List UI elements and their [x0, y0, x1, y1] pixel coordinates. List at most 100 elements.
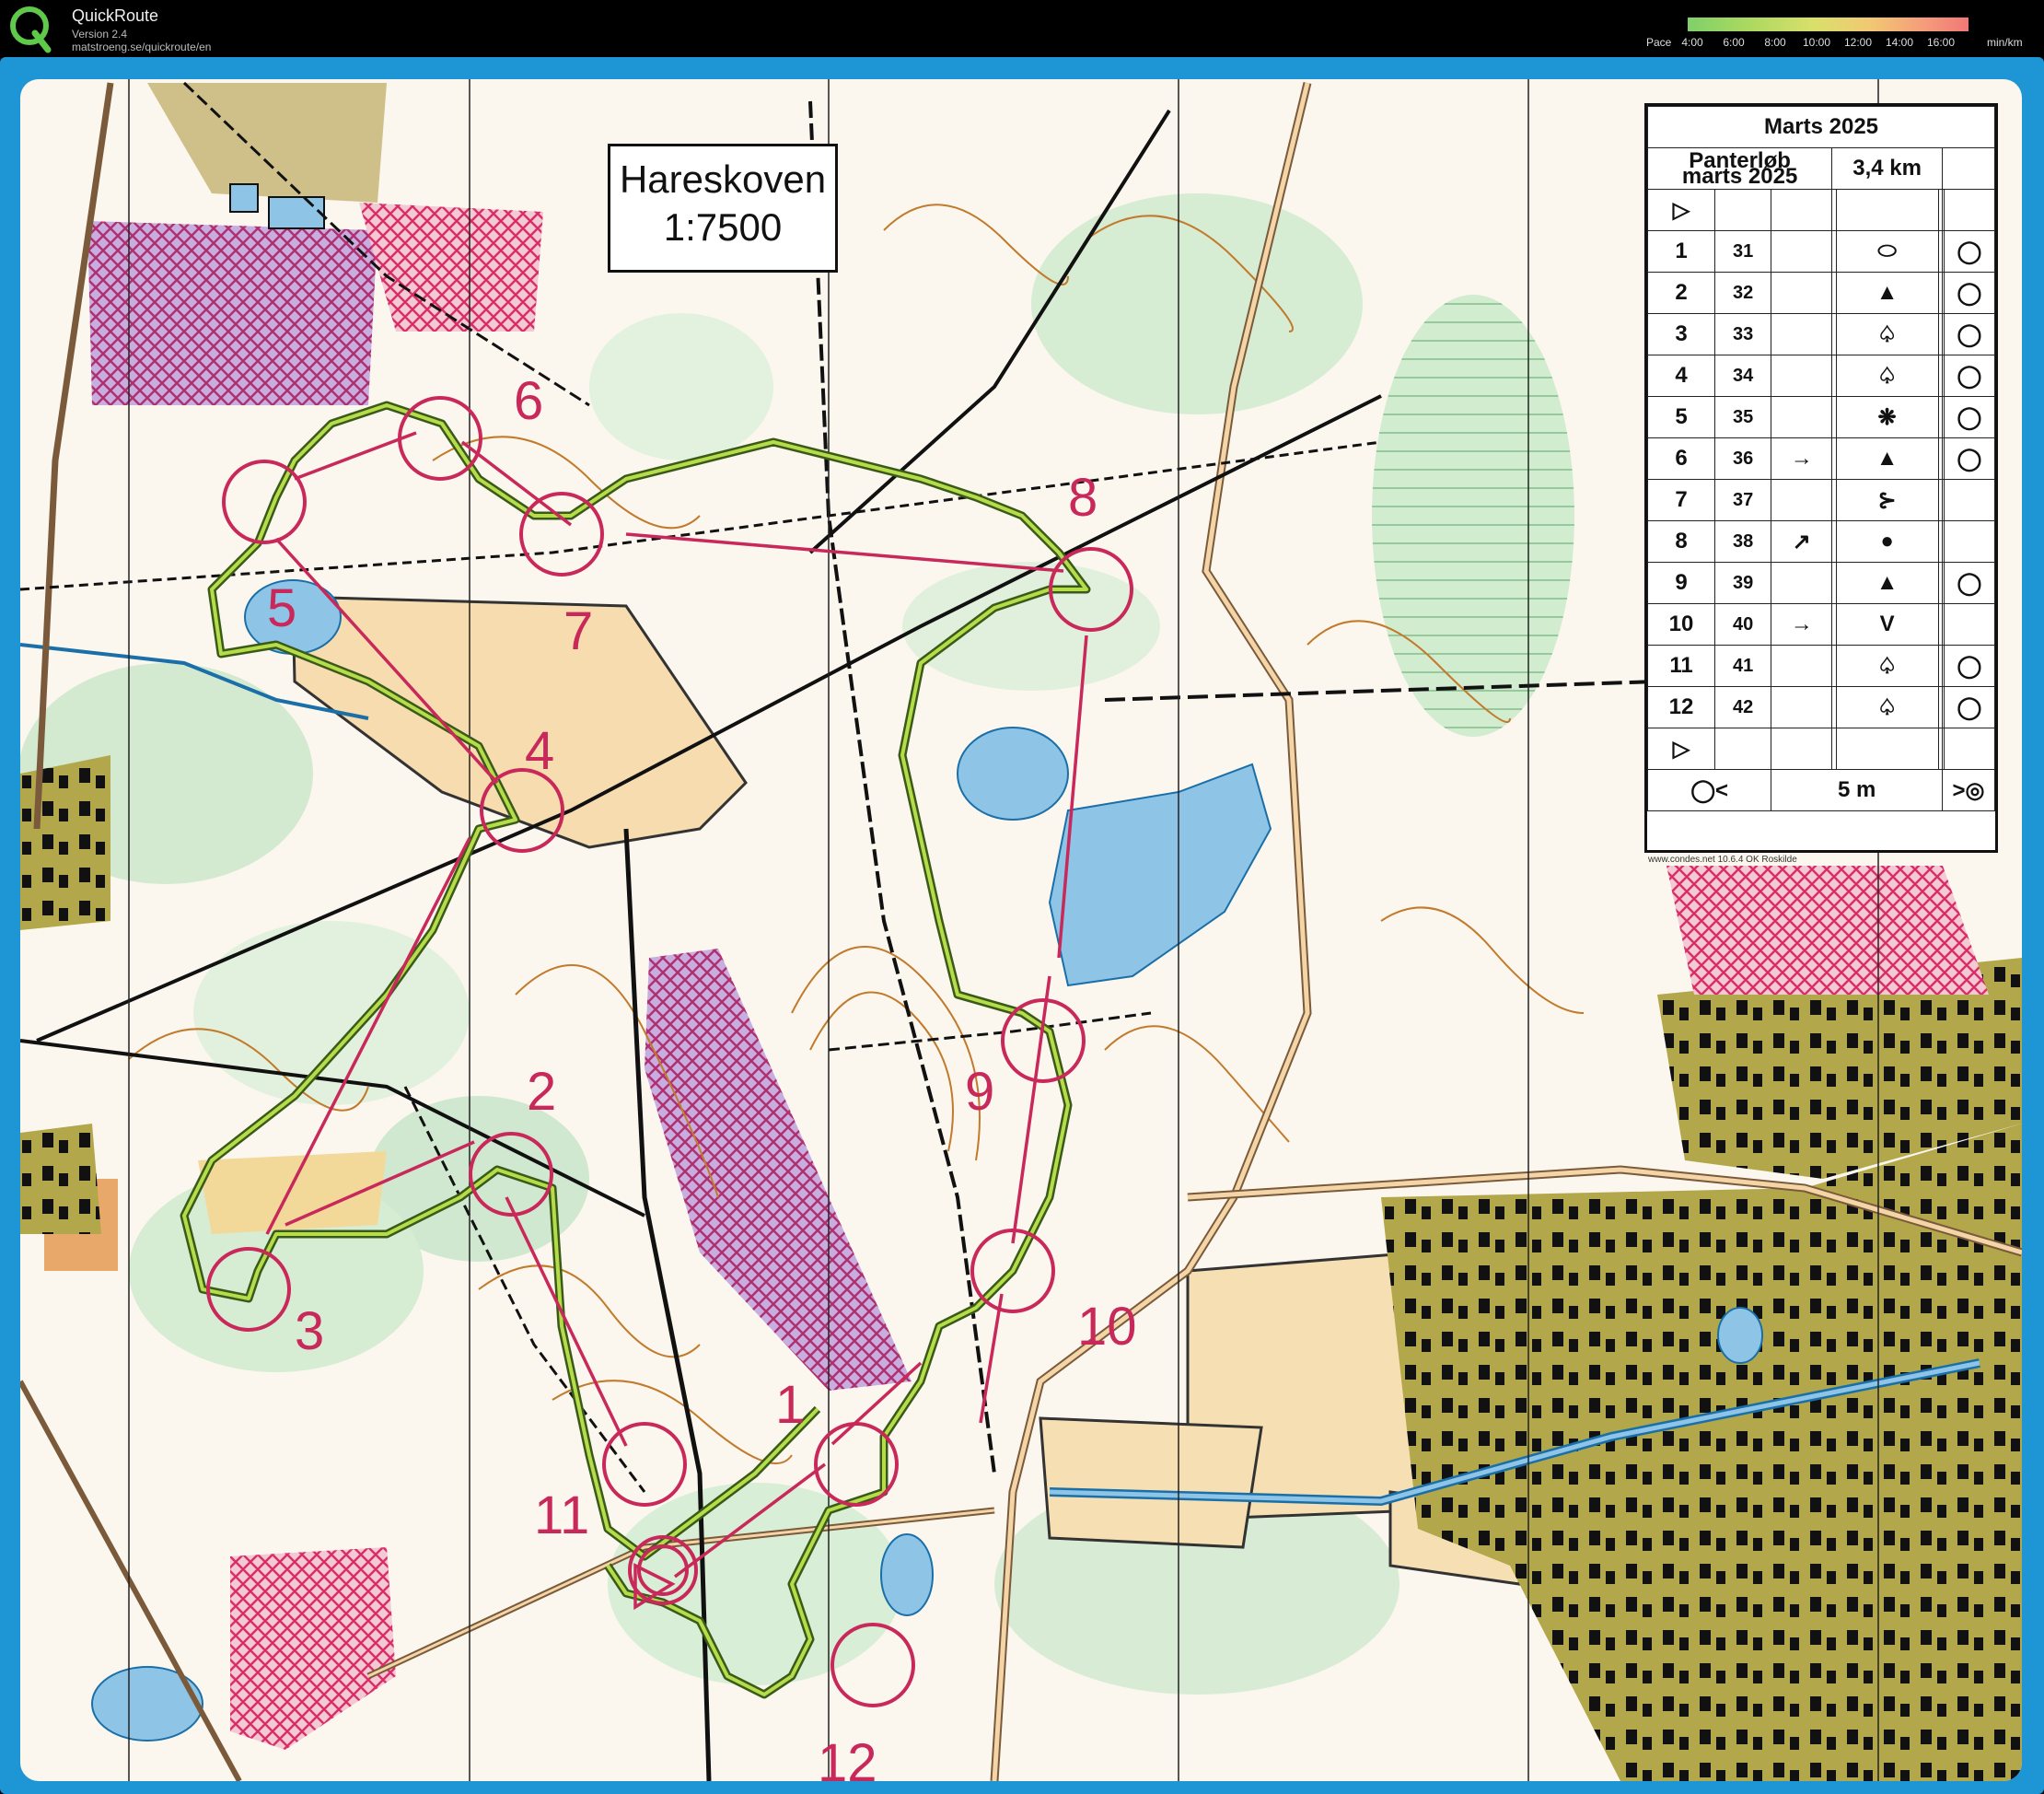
- control-row: 11 41 ♤ ◯: [1647, 645, 1996, 687]
- control-row: 12 42 ♤ ◯: [1647, 686, 1996, 728]
- control-location-icon: ◯: [1943, 272, 1996, 314]
- control-location-icon: ◯: [1943, 562, 1996, 604]
- control-feature-icon: ♤: [1835, 313, 1939, 355]
- pace-tick: 6:00: [1723, 36, 1745, 49]
- control-feature-icon: ♤: [1835, 645, 1939, 687]
- control-label-9: 9: [965, 1062, 994, 1122]
- pace-tick: 14:00: [1885, 36, 1914, 49]
- control-feature-icon: ♤: [1835, 355, 1939, 397]
- control-direction: →: [1771, 437, 1833, 480]
- control-number: 7: [1647, 479, 1715, 521]
- control-row: 3 33 ♤ ◯: [1647, 313, 1996, 355]
- map-scale: 1:7500: [663, 205, 783, 249]
- control-code: 37: [1713, 479, 1772, 521]
- control-direction: [1771, 562, 1833, 604]
- control-number: 8: [1647, 520, 1715, 563]
- pace-tick: 8:00: [1764, 36, 1786, 49]
- quickroute-logo-icon: [10, 6, 52, 53]
- pace-tick: 4:00: [1681, 36, 1703, 49]
- app-title: QuickRoute: [72, 6, 159, 25]
- course-length: 3,4 km: [1831, 147, 1944, 190]
- control-code: 39: [1713, 562, 1772, 604]
- control-label-6: 6: [514, 371, 543, 431]
- control-code: 42: [1713, 686, 1772, 728]
- description-title: Marts 2025: [1647, 106, 1995, 148]
- control-feature-icon: V: [1835, 603, 1939, 646]
- control-location-icon: ◯: [1943, 313, 1996, 355]
- control-number: 11: [1647, 645, 1715, 687]
- control-feature-icon: ⬭: [1835, 230, 1939, 273]
- control-row: 6 36 → ▲ ◯: [1647, 437, 1996, 480]
- pace-color-scale: [1688, 17, 1969, 31]
- control-direction: [1771, 396, 1833, 438]
- control-rows: 1 31 ⬭ ◯ 2 32 ▲ ◯ 3 33 ♤ ◯ 4 34 ♤ ◯ 5 35 ❋ ◯ 6 36 → ▲ ◯ 7 37 ⊱ 8 38 ↗ ●…: [1647, 230, 1996, 728]
- control-direction: [1771, 313, 1833, 355]
- control-label-12: 12: [818, 1733, 877, 1781]
- control-row: 4 34 ♤ ◯: [1647, 355, 1996, 397]
- finish-distance: 5 m: [1771, 769, 1944, 811]
- control-label-5: 5: [267, 578, 296, 638]
- control-number: 3: [1647, 313, 1715, 355]
- app-header: QuickRoute Version 2.4 matstroeng.se/qui…: [0, 0, 2044, 57]
- finish-circle-icon: >◎: [1942, 769, 1995, 811]
- control-feature-icon: ▲: [1835, 437, 1939, 480]
- app-version: Version 2.4: [72, 28, 128, 41]
- event-line-2: marts 2025: [1681, 164, 1798, 189]
- map-name: Hareskoven: [619, 157, 827, 201]
- control-label-3: 3: [295, 1301, 324, 1361]
- finish-from-control-icon: ◯<: [1646, 769, 1772, 811]
- control-code: 32: [1713, 272, 1772, 314]
- control-direction: ↗: [1771, 520, 1833, 563]
- pace-tick: 12:00: [1843, 36, 1873, 49]
- control-location-icon: ◯: [1943, 645, 1996, 687]
- control-row: 10 40 → V: [1647, 603, 1996, 646]
- control-row: 5 35 ❋ ◯: [1647, 396, 1996, 438]
- control-number: 2: [1647, 272, 1715, 314]
- control-location-icon: ◯: [1943, 437, 1996, 480]
- control-label-8: 8: [1068, 468, 1097, 528]
- orienteering-map[interactable]: 1 2 3 4 5 6 7 8 9 10 11 12 Hareskoven 1:…: [20, 79, 2022, 1781]
- control-feature-icon: ▲: [1835, 562, 1939, 604]
- control-feature-icon: ▲: [1835, 272, 1939, 314]
- control-number: 6: [1647, 437, 1715, 480]
- control-code: 33: [1713, 313, 1772, 355]
- control-code: 36: [1713, 437, 1772, 480]
- map-title-box: Hareskoven 1:7500: [608, 144, 838, 273]
- control-location-icon: [1943, 520, 1996, 563]
- control-location-icon: ◯: [1943, 396, 1996, 438]
- control-number: 9: [1647, 562, 1715, 604]
- event-name: Panterløb marts 2025: [1646, 147, 1833, 190]
- empty-cell: [1942, 147, 1995, 190]
- pace-tick: 16:00: [1926, 36, 1956, 49]
- description-table: Marts 2025 Panterløb marts 2025 3,4 km ▷…: [1646, 106, 1996, 811]
- control-location-icon: ◯: [1943, 230, 1996, 273]
- finish-icon: ▷: [1647, 728, 1715, 770]
- control-location-icon: ◯: [1943, 355, 1996, 397]
- pace-label: Pace: [1646, 36, 1672, 49]
- control-row: 8 38 ↗ ●: [1647, 520, 1996, 563]
- pace-unit: min/km: [1987, 36, 2023, 49]
- control-code: 34: [1713, 355, 1772, 397]
- control-number: 1: [1647, 230, 1715, 273]
- control-row: 2 32 ▲ ◯: [1647, 272, 1996, 314]
- description-credit: www.condes.net 10.6.4 OK Roskilde: [1648, 855, 1797, 865]
- control-row: 7 37 ⊱: [1647, 479, 1996, 521]
- control-row: 9 39 ▲ ◯: [1647, 562, 1996, 604]
- control-code: 40: [1713, 603, 1772, 646]
- control-direction: [1771, 355, 1833, 397]
- app-url[interactable]: matstroeng.se/quickroute/en: [72, 41, 211, 53]
- control-number: 10: [1647, 603, 1715, 646]
- control-direction: [1771, 645, 1833, 687]
- control-label-7: 7: [563, 601, 593, 661]
- control-location-icon: [1943, 479, 1996, 521]
- control-direction: [1771, 272, 1833, 314]
- control-feature-icon: ❋: [1835, 396, 1939, 438]
- control-direction: [1771, 686, 1833, 728]
- control-code: 41: [1713, 645, 1772, 687]
- control-number: 12: [1647, 686, 1715, 728]
- control-code: 35: [1713, 396, 1772, 438]
- control-label-2: 2: [527, 1062, 556, 1122]
- control-location-icon: ◯: [1943, 686, 1996, 728]
- control-label-11: 11: [534, 1485, 589, 1545]
- control-description-sheet: Marts 2025 Panterløb marts 2025 3,4 km ▷…: [1644, 103, 1998, 853]
